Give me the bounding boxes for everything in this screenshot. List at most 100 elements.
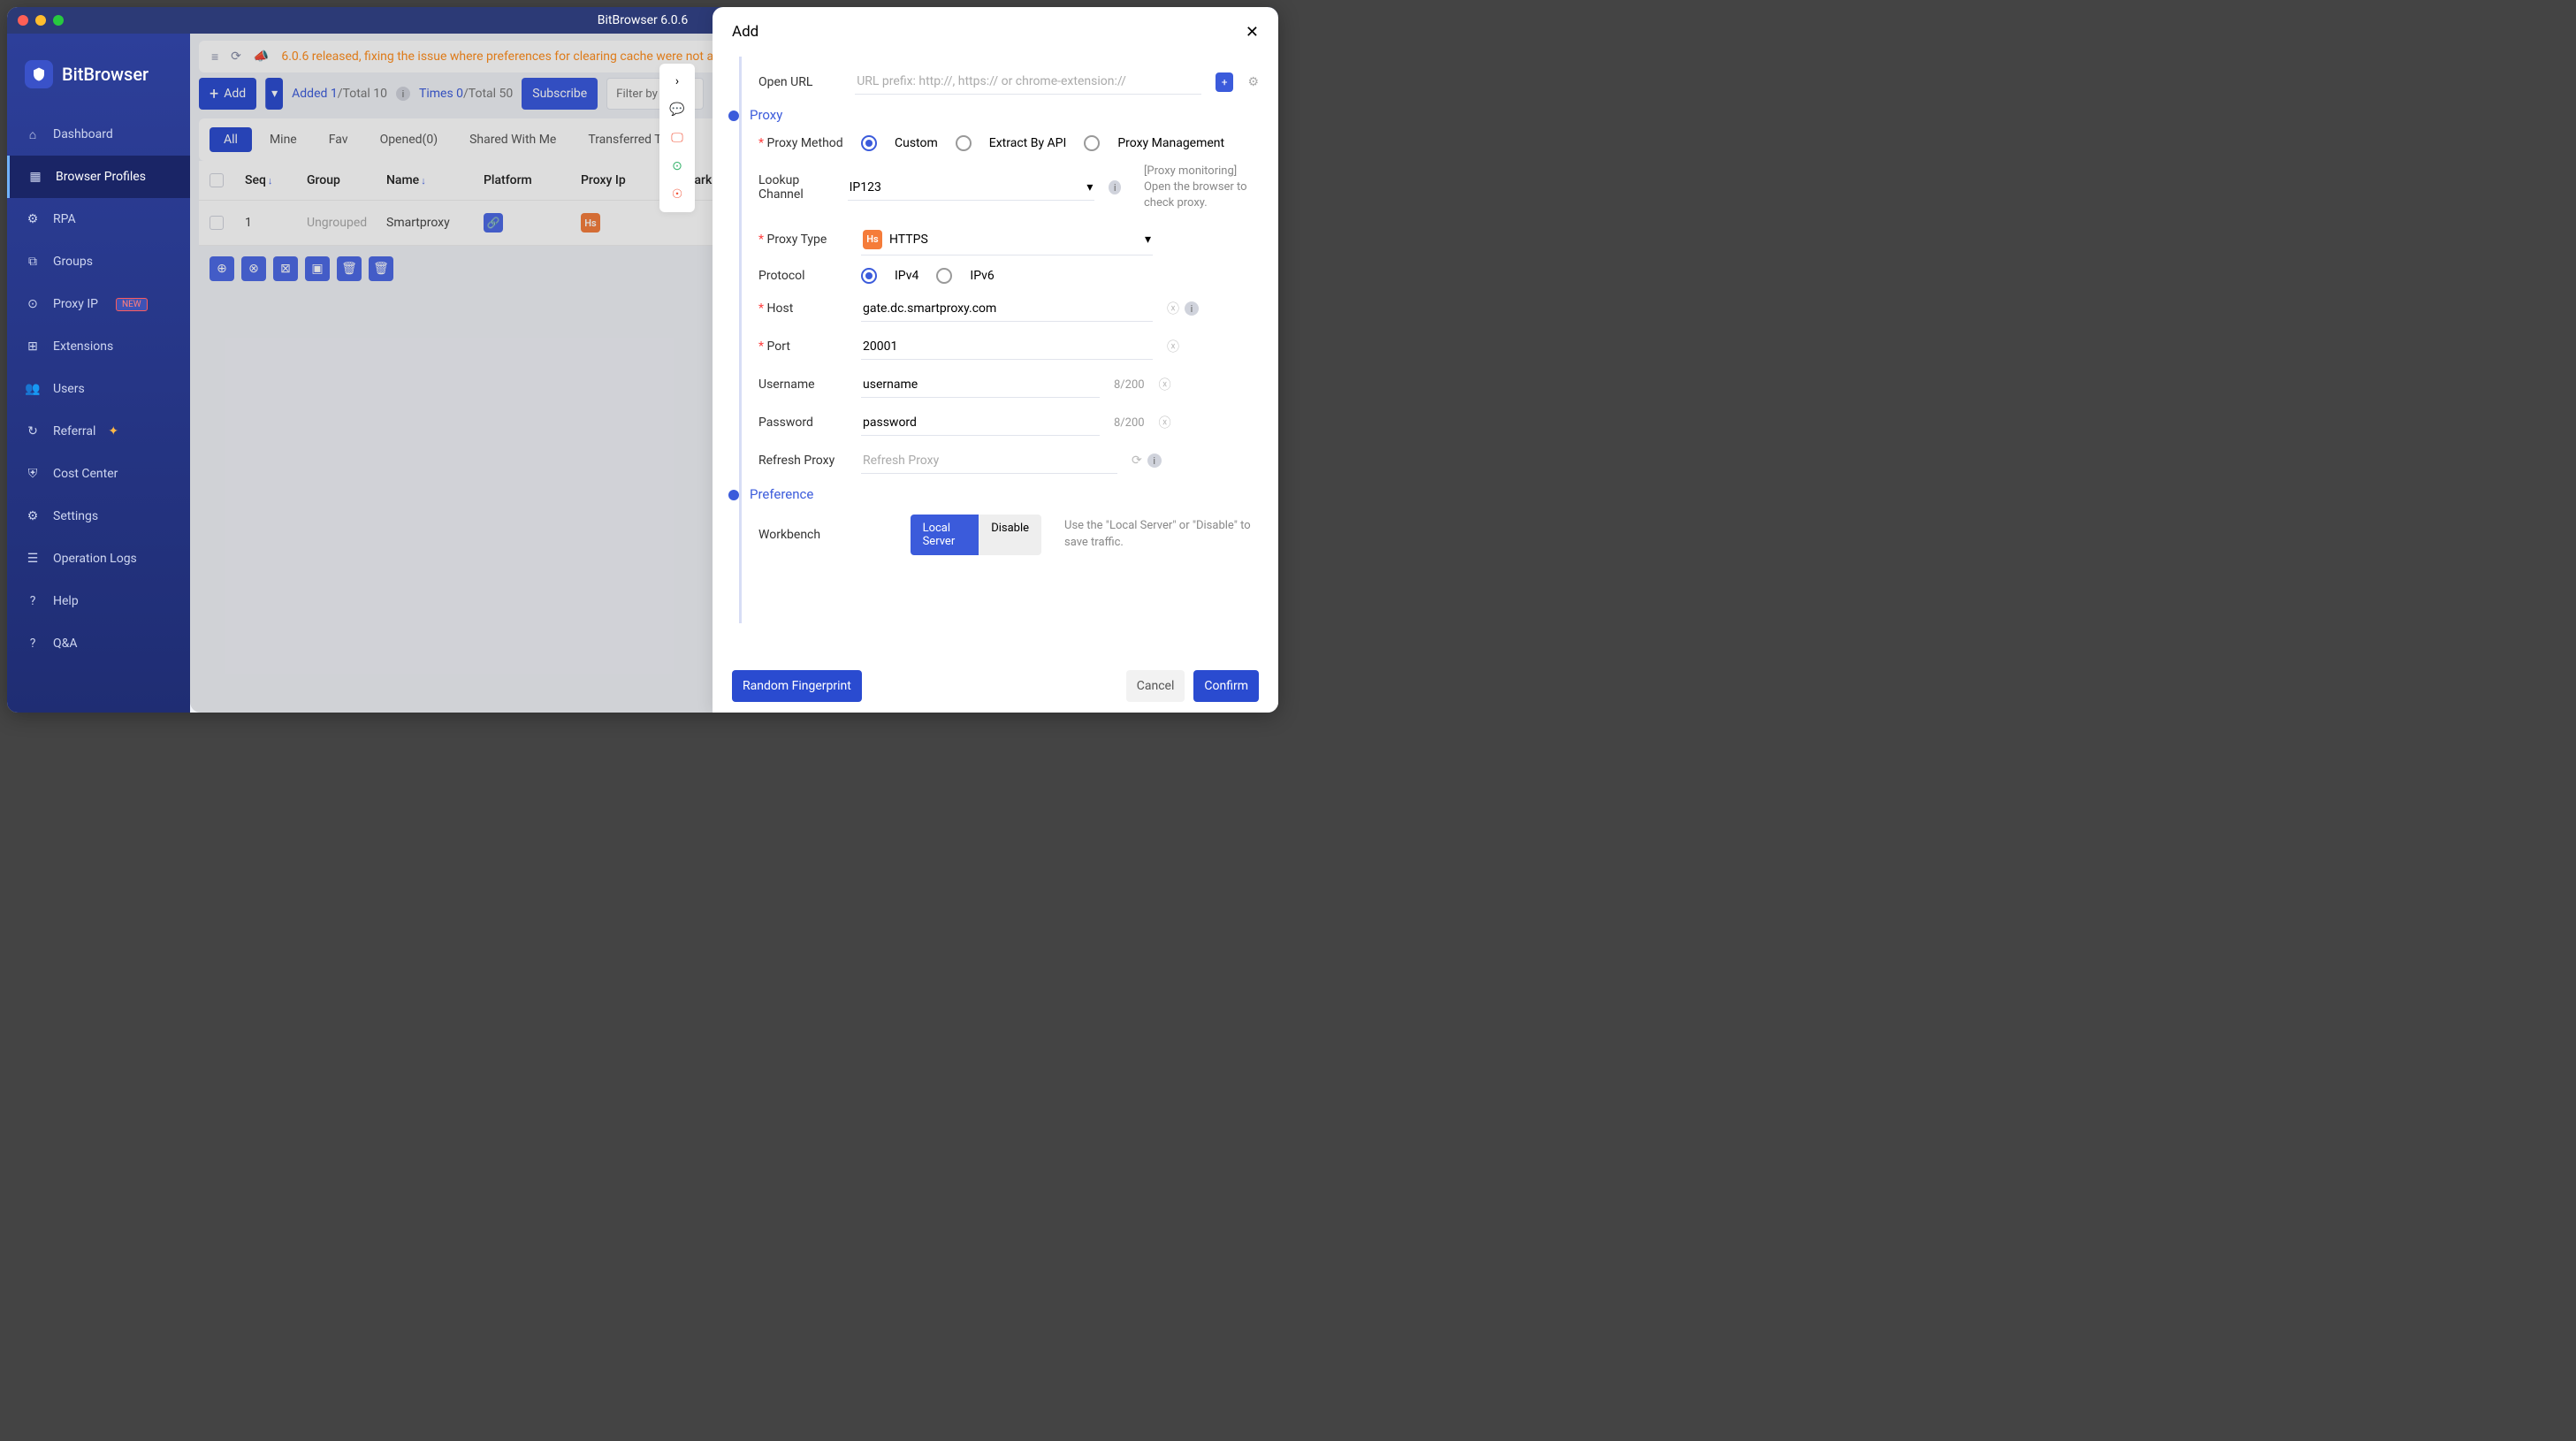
nav-icon: ⧉: [25, 254, 41, 270]
clear-icon[interactable]: ⓧ: [1167, 300, 1179, 317]
sidebar-item-label: Operation Logs: [53, 552, 137, 566]
random-fingerprint-button[interactable]: Random Fingerprint: [732, 670, 862, 702]
side-icon-strip: › 💬 🖵 ⊙ ☉: [659, 64, 695, 212]
clear-icon[interactable]: ⓧ: [1159, 414, 1171, 431]
open-url-input[interactable]: [855, 69, 1201, 95]
drawer-title: Add: [732, 23, 758, 41]
sidebar-item-operation-logs[interactable]: ☰Operation Logs: [7, 538, 190, 580]
sparkle-icon: ✦: [108, 424, 118, 438]
strip-chat-icon[interactable]: 💬: [668, 101, 686, 118]
host-row: Host ⓧ i: [750, 296, 1259, 322]
sidebar-item-extensions[interactable]: ⊞ Extensions: [7, 325, 190, 368]
nav-icon: 👥: [25, 381, 41, 397]
protocol-radios: IPv4 IPv6: [861, 268, 995, 284]
app-window: BitBrowser 6.0.6 ◐ ⟳ Line1 ▾ 🌐 English ▾…: [7, 7, 1278, 713]
section-preference: Preference: [750, 486, 1259, 502]
close-icon[interactable]: ✕: [1246, 23, 1259, 42]
refresh-proxy-label: Refresh Proxy: [758, 454, 847, 468]
confirm-button[interactable]: Confirm: [1193, 670, 1259, 702]
port-input[interactable]: [861, 334, 1153, 360]
refresh-icon[interactable]: ⟳: [1132, 454, 1142, 468]
sidebar-item-label: Groups: [53, 255, 93, 269]
host-label: Host: [758, 301, 847, 316]
lookup-select[interactable]: IP123▾: [848, 175, 1095, 201]
lookup-help: [Proxy monitoring] Open the browser to c…: [1144, 164, 1259, 212]
port-row: Port ⓧ: [750, 334, 1259, 360]
strip-fingerprint-icon[interactable]: ☉: [668, 186, 686, 203]
gear-icon[interactable]: ⚙: [1247, 75, 1259, 89]
nav-icon: ⚙: [25, 211, 41, 227]
radio-ipv6[interactable]: [936, 268, 952, 284]
username-input[interactable]: [861, 372, 1100, 398]
sidebar-item-dashboard[interactable]: ⌂ Dashboard: [7, 113, 190, 156]
password-input[interactable]: [861, 410, 1100, 436]
clear-icon[interactable]: ⓧ: [1167, 338, 1179, 355]
plus-icon[interactable]: +: [1216, 72, 1234, 92]
info-icon[interactable]: i: [1185, 301, 1199, 316]
nav-icon: ?: [25, 593, 41, 609]
radio-custom[interactable]: [861, 135, 877, 151]
strip-monitor-icon[interactable]: 🖵: [668, 129, 686, 147]
add-drawer: Add ✕ Open URL + ⚙ Proxy Proxy Method Cu…: [713, 7, 1278, 713]
sidebar-item-label: Referral: [53, 424, 95, 438]
sidebar-item-browser-profiles[interactable]: ▦ Browser Profiles: [7, 156, 190, 198]
password-count: 8/200: [1114, 416, 1145, 430]
sidebar-item-label: Proxy IP: [53, 297, 98, 311]
sidebar-item-label: Q&A: [53, 637, 77, 651]
radio-proxy-mgmt[interactable]: [1084, 135, 1100, 151]
sidebar-item-label: Users: [53, 382, 85, 396]
drawer-header: Add ✕: [713, 7, 1278, 57]
sidebar-item-label: Browser Profiles: [56, 170, 146, 184]
sidebar-item-q&a[interactable]: ? Q&A: [7, 622, 190, 665]
info-icon[interactable]: i: [1147, 454, 1162, 468]
workbench-toggle: Local Server Disable: [911, 515, 1041, 555]
proxy-type-label: Proxy Type: [758, 233, 847, 247]
workbench-row: Workbench Local Server Disable Use the "…: [750, 515, 1259, 555]
sidebar-item-settings[interactable]: ⚙ Settings: [7, 495, 190, 538]
workbench-disable[interactable]: Disable: [979, 515, 1041, 555]
refresh-proxy-row: Refresh Proxy ⟳ i: [750, 448, 1259, 474]
workbench-local[interactable]: Local Server: [911, 515, 979, 555]
drawer-footer: Random Fingerprint Cancel Confirm: [713, 659, 1278, 713]
brand: BitBrowser: [7, 50, 190, 113]
strip-chevron-icon[interactable]: ›: [668, 72, 686, 90]
sidebar-item-rpa[interactable]: ⚙RPA: [7, 198, 190, 240]
proxy-method-radios: Custom Extract By API Proxy Management: [861, 135, 1224, 151]
hs-icon: Hs: [863, 230, 882, 249]
info-icon[interactable]: i: [1109, 180, 1121, 194]
host-input[interactable]: [861, 296, 1153, 322]
sidebar-item-label: Extensions: [53, 339, 113, 354]
radio-extract-api[interactable]: [956, 135, 972, 151]
nav-icon: ?: [25, 636, 41, 652]
clear-icon[interactable]: ⓧ: [1159, 376, 1171, 393]
open-url-label: Open URL: [758, 75, 841, 89]
protocol-row: Protocol IPv4 IPv6: [750, 268, 1259, 284]
new-badge: NEW: [116, 298, 148, 311]
proxy-method-label: Proxy Method: [758, 136, 847, 150]
cancel-button[interactable]: Cancel: [1126, 670, 1185, 702]
refresh-proxy-input[interactable]: [861, 448, 1117, 474]
sidebar-item-label: Help: [53, 594, 79, 608]
open-url-row: Open URL + ⚙: [750, 69, 1259, 95]
sidebar-item-label: Dashboard: [53, 127, 113, 141]
password-row: Password 8/200 ⓧ: [750, 410, 1259, 436]
sidebar-item-referral[interactable]: ↻Referral✦: [7, 410, 190, 453]
radio-ipv4[interactable]: [861, 268, 877, 284]
strip-toggle-icon[interactable]: ⊙: [668, 157, 686, 175]
nav-icon: ⌂: [25, 126, 41, 142]
drawer-body: Open URL + ⚙ Proxy Proxy Method Custom E…: [713, 57, 1278, 659]
proxy-type-row: Proxy Type HsHTTPS▾: [750, 225, 1259, 255]
sidebar-item-cost-center[interactable]: ⛨Cost Center: [7, 453, 190, 495]
sidebar-item-groups[interactable]: ⧉ Groups: [7, 240, 190, 283]
nav-icon: ▦: [27, 169, 43, 185]
sidebar-item-proxy-ip[interactable]: ⊙ Proxy IP NEW: [7, 283, 190, 325]
nav-icon: ⊙: [25, 296, 41, 312]
proxy-type-select[interactable]: HsHTTPS▾: [861, 225, 1153, 255]
port-label: Port: [758, 339, 847, 354]
sidebar-item-help[interactable]: ? Help: [7, 580, 190, 622]
nav-icon: ⊞: [25, 339, 41, 355]
nav-icon: ⚙: [25, 508, 41, 524]
sidebar-item-users[interactable]: 👥 Users: [7, 368, 190, 410]
sidebar-item-label: Settings: [53, 509, 98, 523]
brand-logo-icon: [25, 60, 53, 88]
